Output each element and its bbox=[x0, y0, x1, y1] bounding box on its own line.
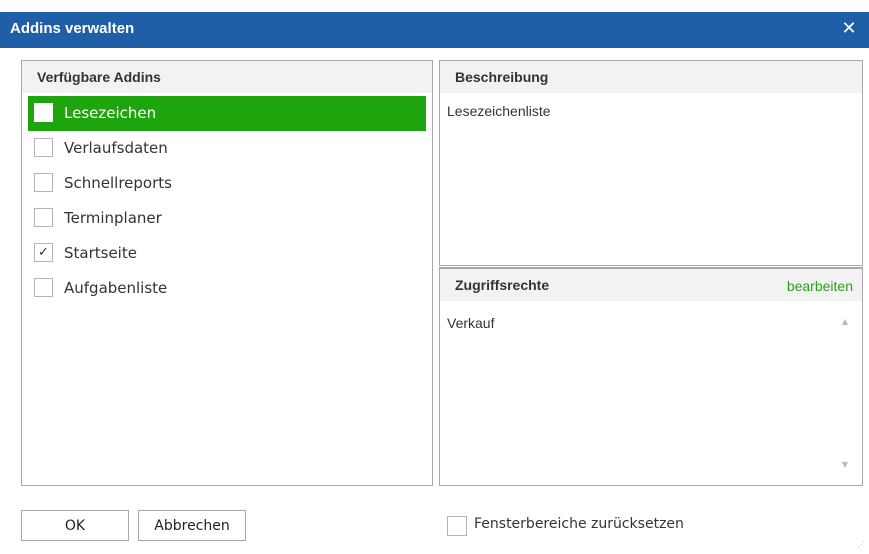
addin-item-lesezeichen[interactable]: Lesezeichen bbox=[28, 96, 426, 131]
scroll-down-icon[interactable]: ▼ bbox=[842, 460, 848, 469]
available-addins-panel: Verfügbare Addins Lesezeichen Verlaufsda… bbox=[21, 60, 433, 486]
addin-label: Lesezeichen bbox=[64, 104, 157, 122]
access-rights-panel: Zugriffsrechte bearbeiten Verkauf ▲ ▼ bbox=[439, 267, 863, 486]
addin-checkbox[interactable] bbox=[34, 208, 53, 227]
access-rights-title: Zugriffsrechte bbox=[455, 277, 550, 293]
addin-list: Lesezeichen Verlaufsdaten Schnellreports… bbox=[22, 93, 432, 306]
addin-label: Aufgabenliste bbox=[64, 279, 168, 297]
check-icon: ✓ bbox=[38, 245, 49, 260]
addin-item-schnellreports[interactable]: Schnellreports bbox=[28, 166, 426, 201]
scroll-up-icon[interactable]: ▲ bbox=[842, 317, 848, 326]
description-panel: Beschreibung Lesezeichenliste bbox=[439, 60, 863, 266]
reset-panes-label: Fensterbereiche zurücksetzen bbox=[474, 516, 684, 532]
addin-checkbox[interactable] bbox=[34, 103, 53, 122]
description-text: Lesezeichenliste bbox=[447, 103, 551, 119]
cancel-button[interactable]: Abbrechen bbox=[138, 510, 246, 541]
description-header: Beschreibung bbox=[440, 61, 862, 93]
addin-label: Verlaufsdaten bbox=[64, 139, 168, 157]
addin-label: Startseite bbox=[64, 244, 137, 262]
addin-checkbox[interactable] bbox=[34, 278, 53, 297]
access-rights-value: Verkauf bbox=[447, 315, 495, 331]
resize-grip-icon[interactable]: ⋰ bbox=[855, 540, 865, 550]
edit-rights-link[interactable]: bearbeiten bbox=[787, 278, 853, 294]
addin-label: Schnellreports bbox=[64, 174, 172, 192]
addin-item-verlaufsdaten[interactable]: Verlaufsdaten bbox=[28, 131, 426, 166]
close-icon[interactable]: ✕ bbox=[839, 18, 859, 40]
available-addins-header: Verfügbare Addins bbox=[22, 61, 432, 93]
title-bar: Addins verwalten ✕ bbox=[0, 12, 869, 48]
addin-checkbox[interactable] bbox=[34, 173, 53, 192]
addin-checkbox-checked[interactable]: ✓ bbox=[34, 243, 53, 262]
window-title: Addins verwalten bbox=[10, 20, 135, 37]
addin-item-startseite[interactable]: ✓ Startseite bbox=[28, 236, 426, 271]
addin-label: Terminplaner bbox=[64, 209, 162, 227]
reset-panes-checkbox[interactable] bbox=[447, 516, 467, 536]
addin-checkbox[interactable] bbox=[34, 138, 53, 157]
addin-item-aufgabenliste[interactable]: Aufgabenliste bbox=[28, 271, 426, 306]
ok-button[interactable]: OK bbox=[21, 510, 129, 541]
access-rights-header: Zugriffsrechte bearbeiten bbox=[440, 269, 862, 301]
addin-item-terminplaner[interactable]: Terminplaner bbox=[28, 201, 426, 236]
